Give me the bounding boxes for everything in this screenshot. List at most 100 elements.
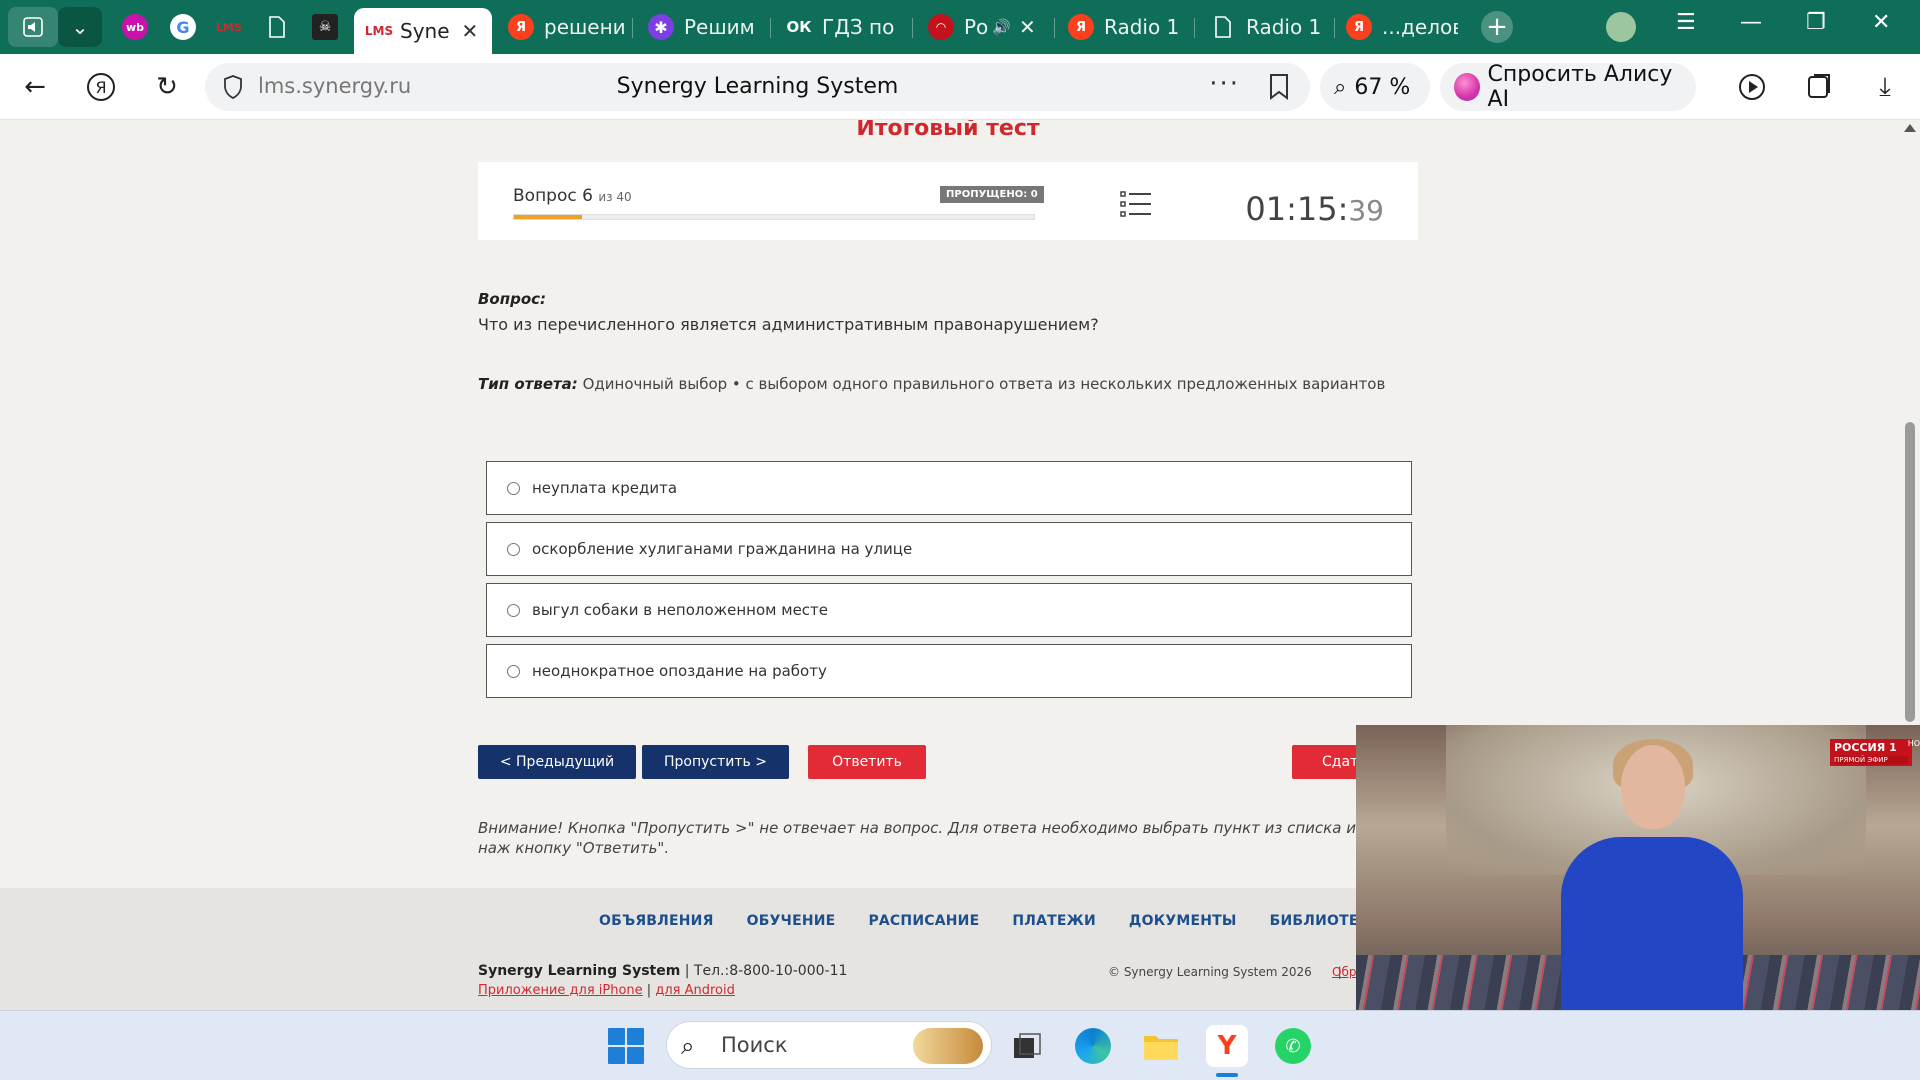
option-label[interactable]: неоднократное опоздание на работу [532, 662, 827, 680]
tab-reshim[interactable]: ✱ Решим [648, 8, 764, 46]
iphone-app-link[interactable]: Приложение для iPhone [478, 983, 643, 998]
footer-nav: ОБЪЯВЛЕНИЯ ОБУЧЕНИЕ РАСПИСАНИЕ ПЛАТЕЖИ Д… [599, 913, 1414, 929]
radio-button[interactable] [507, 481, 520, 495]
app-link-separator: | [642, 983, 656, 998]
skipped-badge: ПРОПУЩЕНО: 0 [940, 186, 1044, 203]
footer-link-announcements[interactable]: ОБЪЯВЛЕНИЯ [599, 913, 714, 929]
lips-icon: ◠ [928, 14, 954, 40]
menu-icon[interactable]: ☰ [1676, 10, 1696, 35]
new-tab-button[interactable]: + [1478, 8, 1516, 46]
footer-link-payments[interactable]: ПЛАТЕЖИ [1012, 913, 1096, 929]
address-bar[interactable]: lms.synergy.ru Synergy Learning System ·… [205, 63, 1310, 111]
speaker-icon[interactable] [8, 7, 58, 47]
zoom-indicator[interactable]: ⌕ 67 % [1320, 63, 1430, 111]
option-label[interactable]: неуплата кредита [532, 479, 677, 497]
tab-label: Syne [400, 19, 450, 43]
tab-label: решени [544, 15, 626, 39]
previous-button[interactable]: < Предыдущий [478, 745, 636, 779]
whatsapp-icon[interactable]: ✆ [1272, 1025, 1314, 1067]
download-icon[interactable]: ⤓ [1864, 66, 1906, 108]
tab-radio-1[interactable]: Я Radio 1 [1068, 8, 1188, 46]
taskbar-search[interactable]: ⌕ Поиск [666, 1021, 992, 1069]
tab-synergy-active[interactable]: LMS Syne ✕ [354, 8, 492, 54]
tab-radio-2[interactable]: Radio 1 [1210, 8, 1328, 46]
tab-pirate[interactable]: ☠ [312, 8, 348, 46]
tab-reshenie[interactable]: Я решени [508, 8, 626, 46]
scroll-up-arrow-icon[interactable] [1904, 124, 1916, 132]
ok-icon: ОК [786, 18, 812, 36]
answer-type-value: Одиночный выбор • с выбором одного прави… [577, 375, 1386, 393]
scroll-thumb[interactable] [1905, 422, 1915, 722]
footer-copyright: © Synergy Learning System 2026 | [1108, 965, 1342, 979]
minimize-icon[interactable]: — [1740, 10, 1762, 35]
android-app-link[interactable]: для Android [655, 983, 735, 998]
reload-icon[interactable]: ↻ [146, 66, 188, 108]
footer-brand-name: Synergy Learning System [478, 963, 681, 979]
search-icon: ⌕ [681, 1032, 695, 1060]
tab-gdz[interactable]: ОК ГДЗ по [786, 8, 896, 46]
tab-separator [632, 18, 633, 38]
skip-button[interactable]: Пропустить > [642, 745, 789, 779]
footer-link-learning[interactable]: ОБУЧЕНИЕ [747, 913, 836, 929]
tab-delov[interactable]: Я ...делов [1346, 8, 1458, 46]
footer-link-documents[interactable]: ДОКУМЕНТЫ [1129, 913, 1237, 929]
profile-avatar-icon[interactable] [1606, 12, 1636, 48]
task-view-icon[interactable] [1006, 1025, 1048, 1067]
radio-button[interactable] [507, 603, 520, 617]
footer-brand: Synergy Learning System | Тел.:8-800-10-… [478, 963, 847, 979]
answer-option[interactable]: выгул собаки в неположенном месте [486, 583, 1412, 637]
tab-google[interactable]: G [170, 8, 206, 46]
question-list-icon[interactable] [1120, 190, 1152, 218]
tab-document[interactable] [264, 8, 300, 46]
restore-icon[interactable]: ❐ [1806, 10, 1826, 35]
close-icon[interactable]: ✕ [462, 19, 479, 43]
more-icon[interactable]: ··· [1209, 69, 1240, 99]
option-label[interactable]: оскорбление хулиганами гражданина на ули… [532, 540, 912, 558]
bookmark-icon[interactable] [1268, 73, 1294, 101]
yandex-home-icon[interactable]: Я [80, 66, 122, 108]
window-close-icon[interactable]: ✕ [1872, 10, 1890, 35]
tab-ro[interactable]: ◠ Ро 🔊 ✕ [928, 8, 1038, 46]
video-play-icon[interactable] [1732, 66, 1774, 108]
tab-label: Ро [964, 15, 989, 39]
audio-playing-icon[interactable]: 🔊 [992, 18, 1011, 36]
edge-browser-icon[interactable] [1072, 1025, 1114, 1067]
chevron-down-icon[interactable]: ⌄ [58, 7, 102, 47]
zoom-level: 67 % [1354, 74, 1411, 100]
file-explorer-icon[interactable] [1140, 1025, 1182, 1067]
document-icon [1210, 14, 1236, 40]
page-title: Итоговый тест [856, 120, 1040, 140]
back-icon[interactable]: ← [14, 66, 56, 108]
collections-icon[interactable] [1798, 66, 1840, 108]
presenter-head [1621, 745, 1685, 829]
lms-icon: LMS [364, 24, 394, 38]
star-icon: ✱ [648, 14, 674, 40]
channel-logo: РОССИЯ 1 ПРЯМОЙ ЭФИР [1830, 739, 1912, 766]
answer-option[interactable]: неуплата кредита [486, 461, 1412, 515]
tab-lms-1[interactable]: LMS [216, 8, 252, 46]
document-icon [264, 14, 290, 40]
yandex-icon: Я [1068, 14, 1094, 40]
answer-option[interactable]: неоднократное опоздание на работу [486, 644, 1412, 698]
wb-icon: wb [122, 14, 148, 40]
alice-ai-button[interactable]: Спросить Алису AI [1440, 62, 1696, 112]
tab-wildberries[interactable]: wb [122, 8, 158, 46]
tab-label: ГДЗ по [822, 15, 895, 39]
footer-link-schedule[interactable]: РАСПИСАНИЕ [868, 913, 979, 929]
radio-button[interactable] [507, 542, 520, 556]
radio-button[interactable] [507, 664, 520, 678]
close-icon[interactable]: ✕ [1019, 15, 1036, 39]
answer-type: Тип ответа: Одиночный выбор • с выбором … [478, 375, 1385, 393]
yandex-browser-icon[interactable]: Y [1206, 1025, 1248, 1067]
progress-bar [513, 214, 1035, 220]
option-label[interactable]: выгул собаки в неположенном месте [532, 601, 828, 619]
footer-feedback-link[interactable]: Обр [1332, 965, 1356, 979]
footer-app-links: Приложение для iPhone | для Android [478, 983, 735, 998]
live-label: ПРЯМОЙ ЭФИР [1834, 756, 1908, 764]
answer-button[interactable]: Ответить [808, 745, 926, 779]
channel-corner-text: НО [1907, 739, 1920, 748]
answer-option[interactable]: оскорбление хулиганами гражданина на ули… [486, 522, 1412, 576]
tab-separator [770, 18, 771, 38]
windows-start-icon[interactable] [608, 1028, 644, 1064]
tab-separator [1334, 18, 1335, 38]
